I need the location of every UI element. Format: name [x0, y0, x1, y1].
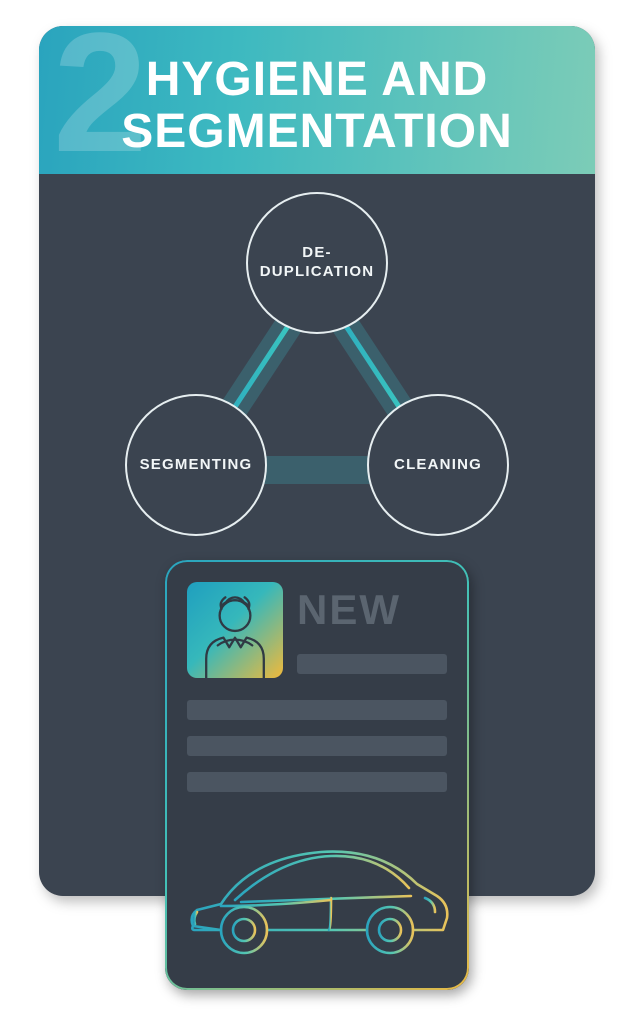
- person-icon: [187, 582, 283, 678]
- node-segmenting: SEGMENTING: [125, 394, 267, 536]
- card-title: HYGIENE AND SEGMENTATION: [39, 54, 595, 158]
- title-line-1: HYGIENE AND: [146, 53, 489, 106]
- node-cleaning: CLEANING: [367, 394, 509, 536]
- placeholder-line: [187, 772, 447, 792]
- header-band: 2 HYGIENE AND SEGMENTATION: [39, 26, 595, 174]
- car-illustration: [181, 818, 453, 968]
- placeholder-line: [297, 654, 447, 674]
- car-icon: [181, 818, 453, 968]
- profile-tag: NEW: [297, 586, 401, 634]
- placeholder-line: [187, 736, 447, 756]
- title-line-2: SEGMENTATION: [121, 105, 513, 158]
- node-label: DE- DUPLICATION: [260, 244, 375, 282]
- node-deduplication: DE- DUPLICATION: [246, 192, 388, 334]
- node-label: CLEANING: [394, 456, 482, 475]
- node-label: SEGMENTING: [140, 456, 253, 475]
- profile-card: NEW: [165, 560, 469, 990]
- placeholder-line: [187, 700, 447, 720]
- avatar: [187, 582, 283, 678]
- triangle-diagram: DE- DUPLICATION SEGMENTING CLEANING: [39, 174, 595, 534]
